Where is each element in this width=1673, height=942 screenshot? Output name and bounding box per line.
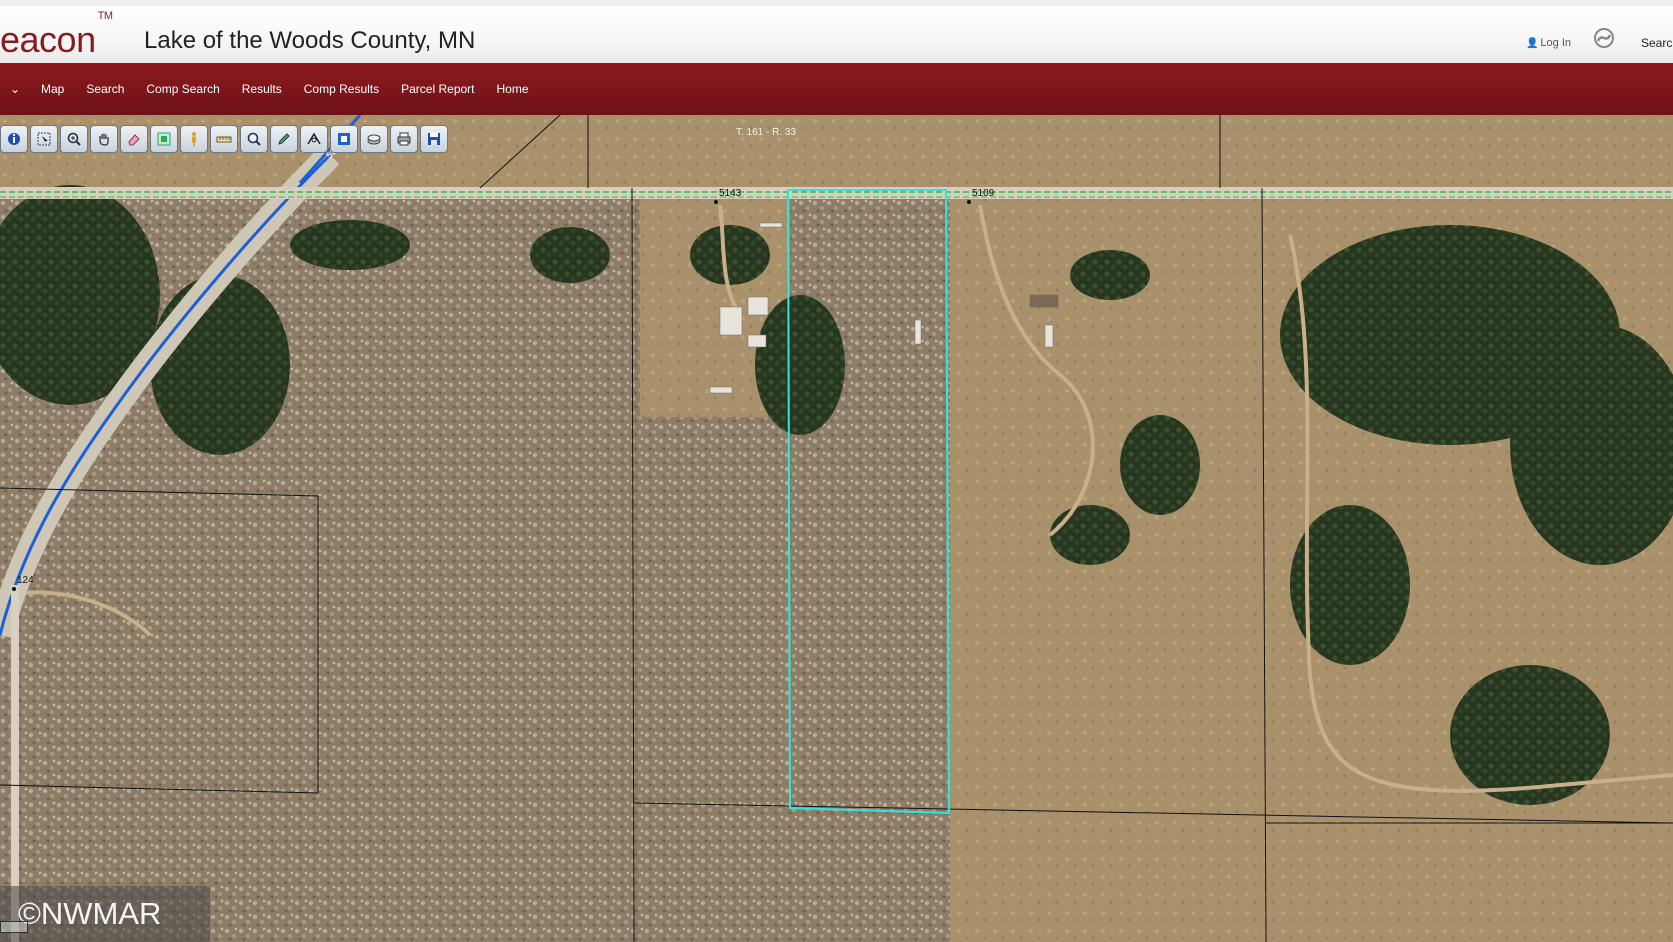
layers-icon[interactable] [360,125,388,153]
buffer-icon[interactable] [300,125,328,153]
select-icon[interactable] [30,125,58,153]
township-label: T. 161 - R. 33 [736,127,797,138]
pan-hand-icon[interactable] [90,125,118,153]
map-toolbar [0,125,448,153]
nav-home[interactable]: Home [486,63,540,115]
measure-icon[interactable] [210,125,238,153]
address-label: 124 [17,575,34,586]
beacon-app: eaconTM Lake of the Woods County, MN 👤 L… [0,0,1673,942]
zoom-in-icon[interactable] [60,125,88,153]
login-label: Log In [1540,37,1571,49]
chevron-down-icon[interactable]: ⌄ [0,82,30,96]
identify-icon[interactable] [0,125,28,153]
save-icon[interactable] [420,125,448,153]
full-extent-icon[interactable] [330,125,358,153]
login-link[interactable]: 👤 Log In [1526,37,1571,49]
header-search-link[interactable]: Search [1641,36,1673,50]
street-view-icon[interactable] [180,125,208,153]
zoom-search-icon[interactable] [240,125,268,153]
header-right: 👤 Log In Search [1526,28,1673,58]
map-view[interactable]: 52ND T. 161 - R. 33 5143 5109 124 [0,115,1673,942]
draw-pencil-icon[interactable] [270,125,298,153]
select-box-icon[interactable] [150,125,178,153]
eraser-icon[interactable] [120,125,148,153]
app-header: eaconTM Lake of the Woods County, MN 👤 L… [0,0,1673,63]
logo-trademark: TM [97,10,113,22]
main-nav: ⌄ Map Search Comp Search Results Comp Re… [0,63,1673,115]
nav-map[interactable]: Map [30,63,75,115]
nav-comp-results[interactable]: Comp Results [293,63,390,115]
nav-results[interactable]: Results [231,63,293,115]
aerial-imagery: 52ND [0,115,1673,942]
address-point [967,200,971,204]
logo-text: eacon [0,19,96,60]
print-icon[interactable] [390,125,418,153]
county-title: Lake of the Woods County, MN [144,27,476,54]
scale-bar [0,921,28,933]
user-icon: 👤 [1525,37,1539,49]
nav-parcel-report[interactable]: Parcel Report [390,63,485,115]
address-label: 5143 [719,188,742,199]
address-label: 5109 [972,188,995,199]
beacon-logo[interactable]: eaconTM [0,10,113,60]
schneider-swirl-icon [1594,28,1614,48]
nav-search[interactable]: Search [75,63,135,115]
schneider-logo [1585,28,1623,58]
address-point [12,587,16,591]
nav-comp-search[interactable]: Comp Search [135,63,230,115]
nwmar-watermark: ©NWMAR [0,886,210,942]
address-point [714,200,718,204]
